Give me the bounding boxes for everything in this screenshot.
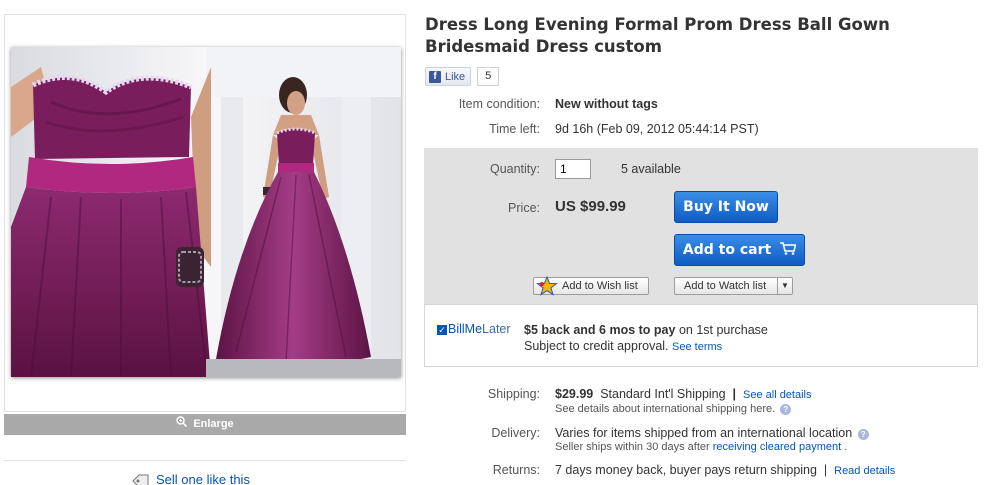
- chevron-down-icon[interactable]: ▼: [777, 278, 792, 294]
- question-mark-icon[interactable]: ?: [857, 429, 869, 440]
- facebook-like-button[interactable]: f Like: [425, 67, 472, 86]
- facebook-like-label: Like: [445, 70, 466, 83]
- shipping-cost: $29.99: [555, 387, 594, 401]
- watch-list-label: Add to Watch list: [684, 280, 767, 292]
- returns-text: 7 days money back, buyer pays return shi…: [555, 463, 817, 477]
- quantity-input[interactable]: [555, 159, 591, 179]
- price-value: US $99.99: [555, 198, 626, 215]
- star-icon: [536, 275, 558, 301]
- product-photo[interactable]: [11, 47, 401, 377]
- see-terms-link[interactable]: See terms: [672, 341, 722, 353]
- seller-ships-text: Seller ships within 30 days after: [555, 441, 710, 453]
- bml-offer-suffix: on 1st purchase: [678, 323, 768, 337]
- bml-offer-text: $5 back and 6 mos to pay: [524, 323, 676, 337]
- shopping-cart-icon: [780, 236, 797, 266]
- facebook-like-count: 5: [477, 67, 500, 86]
- returns-label: Returns:: [492, 463, 540, 477]
- delivery-value: Varies for items shipped from an interna…: [555, 426, 869, 440]
- shipping-service: Standard Int'l Shipping: [600, 387, 726, 401]
- bml-logo-later: Later: [482, 322, 511, 336]
- enlarge-label: Enlarge: [193, 418, 234, 430]
- question-mark-icon[interactable]: ?: [780, 404, 792, 415]
- available-text: 5 available: [621, 162, 681, 176]
- price-label: Price:: [508, 201, 540, 215]
- add-to-cart-button[interactable]: Add to cart: [674, 234, 805, 266]
- condition-label: Item condition:: [458, 97, 540, 111]
- divider: [4, 460, 406, 461]
- enlarge-button[interactable]: Enlarge: [4, 414, 406, 435]
- magnifier-icon: [176, 414, 188, 435]
- returns-value: 7 days money back, buyer pays return shi…: [555, 463, 896, 477]
- delivery-text: Varies for items shipped from an interna…: [555, 426, 853, 440]
- add-to-watch-list-button[interactable]: Add to Watch list ▼: [674, 277, 793, 295]
- facebook-icon: f: [429, 70, 441, 83]
- delivery-label: Delivery:: [491, 426, 540, 440]
- add-to-wish-list-button[interactable]: Add to Wish list: [533, 275, 649, 296]
- bml-logo-bill: BillMe: [448, 322, 483, 336]
- quantity-label: Quantity:: [489, 162, 540, 176]
- time-left-value: 9d 16h (Feb 09, 2012 05:44:14 PST): [555, 122, 759, 136]
- seller-ships-note: Seller ships within 30 days after receiv…: [555, 441, 848, 453]
- sell-one-link[interactable]: Sell one like this: [132, 472, 250, 485]
- image-column: Enlarge Sell one like this: [4, 0, 406, 485]
- dress-image: [11, 47, 401, 377]
- tag-icon: [132, 474, 150, 485]
- receiving-payment-link[interactable]: receiving cleared payment: [713, 441, 841, 453]
- shipping-value: $29.99 Standard Int'l Shipping | See all…: [555, 387, 812, 401]
- bml-subject: Subject to credit approval. See terms: [524, 339, 722, 353]
- add-to-cart-label: Add to cart: [682, 242, 772, 258]
- sell-one-label: Sell one like this: [156, 472, 250, 485]
- wish-list-label: Add to Wish list: [562, 280, 638, 292]
- checkmark-icon: ✓: [437, 325, 447, 335]
- shipping-label: Shipping:: [487, 387, 540, 401]
- image-viewer: [4, 14, 406, 412]
- condition-value: New without tags: [555, 97, 658, 111]
- international-note-text: See details about international shipping…: [555, 403, 776, 415]
- buy-it-now-label: Buy It Now: [683, 199, 769, 215]
- bml-subject-text: Subject to credit approval.: [524, 339, 669, 353]
- facebook-like: f Like 5: [425, 67, 500, 86]
- bill-me-later-logo[interactable]: ✓ BillMeLater: [437, 322, 511, 336]
- see-all-details-link[interactable]: See all details: [743, 389, 812, 401]
- buy-it-now-button[interactable]: Buy It Now: [674, 191, 778, 223]
- time-left-label: Time left:: [489, 122, 540, 136]
- listing-title: Dress Long Evening Formal Prom Dress Bal…: [425, 15, 890, 56]
- international-note: See details about international shipping…: [555, 403, 792, 415]
- bml-offer: $5 back and 6 mos to pay on 1st purchase: [524, 323, 768, 337]
- read-details-link[interactable]: Read details: [834, 465, 895, 477]
